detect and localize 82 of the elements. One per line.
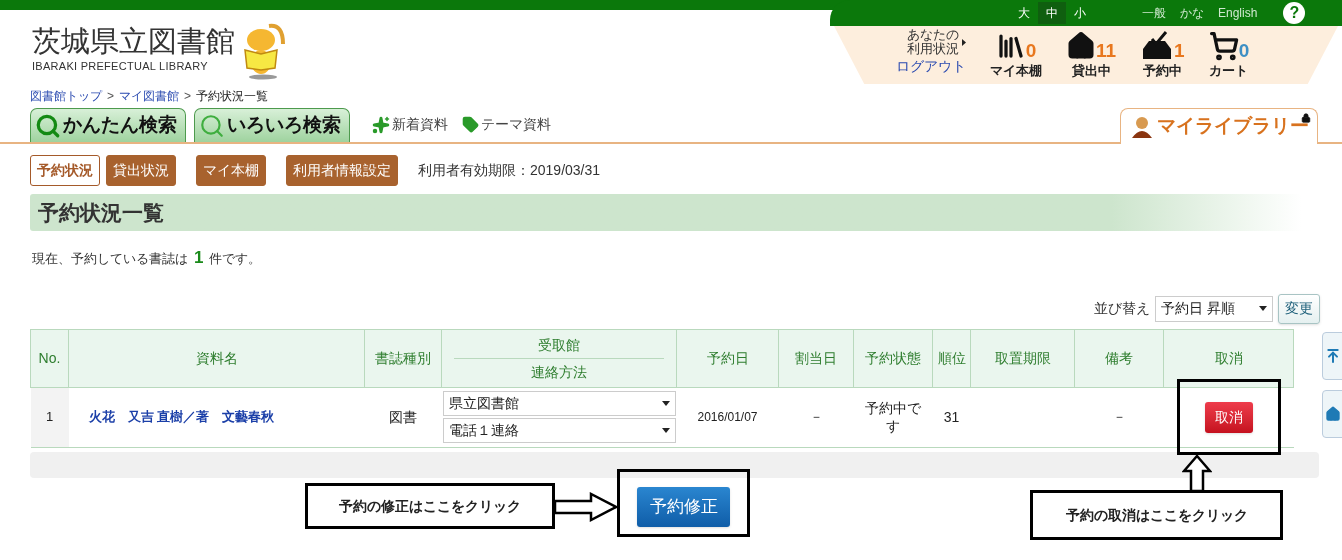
home-icon (1325, 406, 1341, 422)
triangle-icon (962, 38, 966, 46)
caret-icon (661, 401, 670, 406)
status-count: 1 (1174, 41, 1185, 61)
tag-icon (462, 116, 479, 133)
status-link[interactable]: 11 貸出中 (1066, 28, 1117, 81)
modify-reservation-button[interactable]: 予約修正 (637, 486, 730, 527)
table-cell: 2016/01/07 (676, 387, 779, 447)
library-title: 茨城県立図書館 (32, 24, 235, 58)
pickup-select[interactable]: 県立図書館 (442, 391, 676, 416)
sub-nav-button[interactable]: 貸出状況 (106, 154, 176, 186)
table-cell: 予約中です (853, 387, 933, 447)
lock-icon (1301, 113, 1311, 123)
category-link[interactable]: 新着資料 (372, 114, 448, 135)
language-link[interactable]: English (1218, 4, 1258, 22)
status-label: 貸出中 (1071, 62, 1111, 80)
breadcrumb-separator: > (107, 88, 114, 105)
callout-text: 予約の取消はここをクリック (1065, 505, 1248, 525)
breadcrumb-link[interactable]: マイ図書館 (119, 87, 179, 105)
sub-nav-button[interactable]: 予約状況 (30, 154, 100, 186)
search-icon (35, 112, 61, 139)
sub-nav-button[interactable]: 利用者情報設定 (286, 154, 398, 186)
caret-icon (661, 428, 670, 433)
breadcrumb-link[interactable]: 図書館トップ (30, 87, 102, 105)
status-link[interactable]: 1 予約中 (1140, 28, 1185, 81)
house-icon (1066, 31, 1096, 61)
library-subtitle: IBARAKI PREFECTUAL LIBRARY (32, 59, 209, 74)
search-tab[interactable]: いろいろ検索 (194, 108, 350, 142)
sub-nav-button[interactable]: マイ本棚 (196, 154, 266, 186)
cart-icon (1208, 31, 1239, 61)
language-link[interactable]: かな (1180, 4, 1204, 22)
status-count: 0 (1238, 41, 1250, 61)
contact-select[interactable]: 電話１連絡 (442, 418, 676, 443)
search-tab[interactable]: かんたん検索 (30, 108, 186, 142)
column-header: 予約状態 (853, 329, 933, 387)
sparkle-icon (372, 115, 390, 134)
status-link[interactable]: 0 カート (1208, 28, 1250, 81)
column-header: 予約日 (676, 329, 779, 387)
column-header: 資料名 (68, 329, 365, 387)
sort-label: 並び替え (1094, 299, 1150, 318)
column-header: 書誌種別 (364, 329, 442, 387)
reservation-summary: 現在、予約している書誌は 1 件です。 (31, 247, 263, 269)
table-cell: 31 (932, 387, 971, 447)
callout-text: 予約の修正はここをクリック (339, 496, 521, 516)
column-header: 順位 (932, 329, 971, 387)
column-header: 受取館 連絡方法 (441, 329, 677, 387)
expiry-text: 利用者有効期限：2019/03/31 (418, 160, 601, 180)
column-header: 取置期限 (970, 329, 1075, 387)
breadcrumb-current: 予約状況一覧 (196, 88, 269, 105)
breadcrumb-separator: > (184, 88, 192, 105)
category-link[interactable]: テーマ資料 (462, 114, 551, 135)
language-link[interactable]: 一般 (1142, 4, 1166, 22)
sort-apply-button[interactable]: 変更 (1278, 293, 1320, 324)
table-cell: － (1074, 387, 1164, 447)
arrow-up-icon (1325, 348, 1341, 364)
column-header: 取消 (1163, 329, 1294, 387)
text-size-button[interactable]: 大 (1010, 2, 1038, 24)
column-header: 割当日 (778, 329, 854, 387)
title-link[interactable]: 火花 又吉 直樹／著 文藝春秋 (88, 409, 275, 425)
help-button[interactable]: ? (1283, 2, 1306, 24)
caret-icon (1259, 306, 1267, 311)
text-size-button[interactable]: 中 (1038, 2, 1066, 24)
table-cell: 1 (30, 387, 69, 447)
column-header: No. (30, 329, 69, 387)
status-count: 11 (1096, 41, 1117, 61)
status-count: 0 (1025, 41, 1037, 61)
status-label: カート (1209, 62, 1249, 80)
cancel-button[interactable]: 取消 (1204, 401, 1253, 433)
usage-label: あなたの (907, 28, 959, 42)
text-size-button[interactable]: 小 (1066, 2, 1094, 24)
status-link[interactable]: 0 マイ本棚 (990, 28, 1042, 81)
sort-select[interactable]: 予約日 昇順 (1155, 295, 1273, 322)
usage-label: 利用状況 (907, 42, 959, 56)
page-title: 予約状況一覧 (38, 199, 164, 226)
table-cell: － (778, 387, 854, 447)
user-icon (1131, 115, 1153, 138)
status-label: 予約中 (1142, 62, 1182, 80)
search-icon (199, 112, 225, 139)
table-cell: 図書 (364, 387, 442, 447)
logout-link[interactable]: ログアウト (896, 56, 966, 77)
column-header: 備考 (1074, 329, 1164, 387)
status-label: マイ本棚 (990, 62, 1042, 80)
